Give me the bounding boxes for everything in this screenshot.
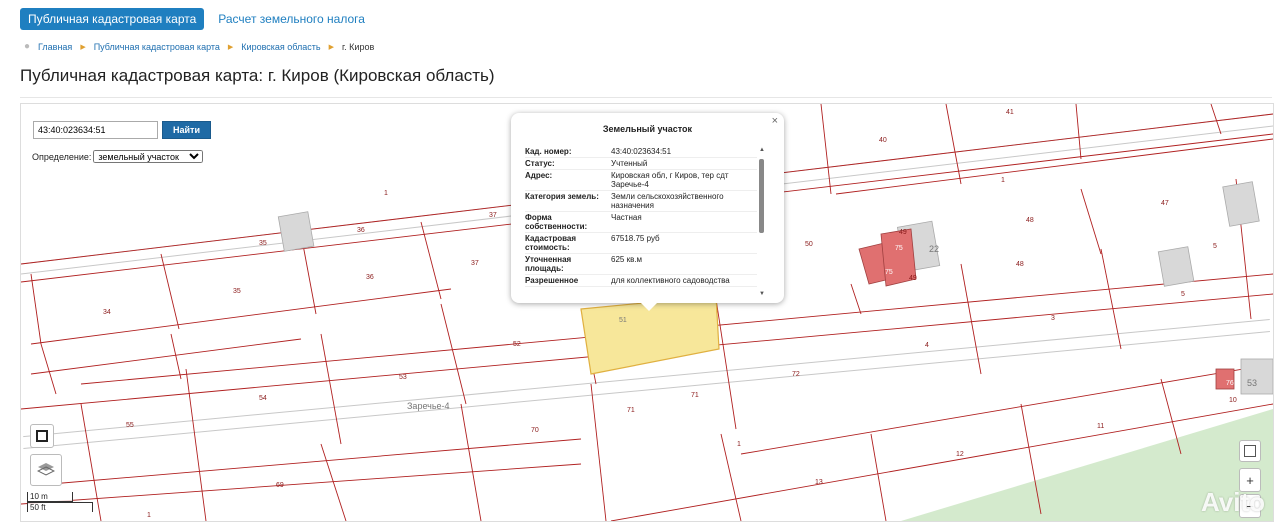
avito-watermark: Avito — [1200, 487, 1265, 517]
area-label: Заречье-4 — [407, 401, 450, 411]
svg-text:49: 49 — [909, 275, 917, 282]
popup-title: Земельный участок — [602, 124, 693, 134]
chevron-right-icon: ▶ — [80, 43, 86, 51]
svg-text:34: 34 — [103, 309, 111, 316]
svg-text:12: 12 — [956, 451, 964, 458]
svg-text:54: 54 — [259, 395, 267, 402]
definition-select[interactable]: земельный участок — [93, 150, 204, 163]
svg-text:36: 36 — [357, 227, 365, 234]
locate-button[interactable] — [1239, 440, 1261, 462]
breadcrumb-map[interactable]: Публичная кадастровая карта — [94, 42, 220, 52]
attr-row: Кадастровая стоимость: 67518.75 руб — [525, 233, 757, 254]
chevron-right-icon: ▶ — [328, 43, 334, 51]
popup-scrollbar[interactable]: ▲ ▼ — [759, 147, 765, 297]
scroll-down-icon[interactable]: ▼ — [759, 291, 765, 297]
definition-label: Определение: — [32, 151, 92, 162]
page-title: Публичная кадастровая карта: г. Киров (К… — [20, 66, 495, 85]
scale-metric: 10 m — [27, 492, 73, 502]
svg-text:1: 1 — [737, 441, 741, 448]
tab-cadastral-map[interactable]: Публичная кадастровая карта — [20, 8, 205, 30]
svg-text:5: 5 — [1181, 291, 1185, 298]
scroll-up-icon[interactable]: ▲ — [759, 147, 765, 153]
parcel-info-popup: Земельный участок × Кад. номер: 43:40:023… — [511, 113, 784, 311]
square-icon — [1244, 445, 1256, 457]
breadcrumb-city: г. Киров — [342, 41, 375, 52]
svg-text:49: 49 — [899, 229, 907, 236]
popup-attributes: Кад. номер: 43:40:023634:51 Статус: Учтенн… — [525, 146, 757, 298]
svg-text:1: 1 — [1001, 177, 1005, 184]
close-icon[interactable]: × — [772, 115, 778, 127]
scale-bar: 10 m 50 ft — [27, 492, 93, 512]
svg-text:69: 69 — [276, 482, 284, 489]
divider — [20, 97, 1272, 98]
svg-text:76: 76 — [1226, 380, 1234, 387]
svg-text:37: 37 — [489, 212, 497, 219]
scale-imperial: 50 ft — [27, 502, 93, 512]
tab-bar: Публичная кадастровая карта Расчет земел… — [20, 8, 373, 30]
breadcrumb-home[interactable]: Главная — [38, 42, 72, 52]
svg-text:37: 37 — [471, 260, 479, 267]
layers-button[interactable] — [30, 454, 62, 486]
svg-text:70: 70 — [531, 427, 539, 434]
svg-text:53: 53 — [1247, 378, 1257, 388]
svg-text:22: 22 — [929, 244, 939, 254]
svg-text:48: 48 — [1016, 261, 1024, 268]
svg-text:52: 52 — [513, 341, 521, 348]
scroll-thumb[interactable] — [759, 159, 764, 233]
svg-text:55: 55 — [126, 422, 134, 429]
svg-text:40: 40 — [879, 137, 887, 144]
cadastral-map[interactable]: 40 41 1 47 48 48 49 49 75 75 50 5 5 34 37 37 36 36… — [20, 103, 1274, 522]
fullscreen-icon — [36, 430, 48, 442]
svg-text:72: 72 — [792, 371, 800, 378]
svg-text:36: 36 — [366, 274, 374, 281]
svg-text:10: 10 — [1229, 397, 1237, 404]
svg-text:48: 48 — [1026, 217, 1034, 224]
svg-text:35: 35 — [233, 288, 241, 295]
fullscreen-button[interactable] — [30, 424, 54, 448]
svg-text:11: 11 — [1097, 423, 1104, 430]
svg-text:71: 71 — [691, 392, 699, 399]
svg-text:13: 13 — [815, 479, 823, 486]
breadcrumb: ● Главная ▶ Публичная кадастровая карта … — [24, 41, 374, 52]
selected-parcel-label: 51 — [619, 317, 627, 324]
layers-icon — [37, 463, 55, 476]
tab-land-tax[interactable]: Расчет земельного налога — [210, 8, 373, 30]
svg-text:35: 35 — [259, 240, 267, 247]
location-pin-icon: ● — [24, 41, 31, 52]
definition-row: Определение: земельный участок — [31, 149, 205, 164]
svg-text:75: 75 — [895, 245, 903, 252]
svg-text:41: 41 — [1006, 109, 1014, 116]
svg-text:1: 1 — [384, 190, 388, 197]
search-bar: Найти — [33, 121, 211, 139]
attr-row: Статус: Учтенный — [525, 158, 757, 170]
search-button[interactable]: Найти — [162, 121, 211, 139]
svg-text:71: 71 — [627, 407, 635, 414]
cadastral-number-input[interactable] — [33, 121, 158, 139]
chevron-right-icon: ▶ — [227, 43, 234, 51]
attr-row: Кад. номер: 43:40:023634:51 — [525, 146, 757, 158]
attr-row: Уточненная площадь: 625 кв.м — [525, 254, 757, 275]
svg-text:1: 1 — [147, 512, 151, 519]
svg-text:4: 4 — [925, 342, 929, 349]
svg-text:5: 5 — [1213, 243, 1217, 250]
attr-row: Категория земель: Земли сельскохозяйствен… — [525, 191, 757, 212]
attr-row: Разрешенное для коллективного садоводства — [525, 275, 757, 287]
attr-row: Форма собственности: Частная — [525, 212, 757, 233]
svg-text:75: 75 — [885, 269, 893, 276]
svg-text:3: 3 — [1051, 315, 1055, 322]
svg-text:50: 50 — [805, 241, 813, 248]
svg-text:53: 53 — [399, 374, 407, 381]
attr-row: Адрес: Кировская обл, г Киров, тер сдт За… — [525, 170, 757, 191]
svg-text:47: 47 — [1161, 200, 1169, 207]
breadcrumb-region[interactable]: Кировская область — [241, 42, 320, 52]
